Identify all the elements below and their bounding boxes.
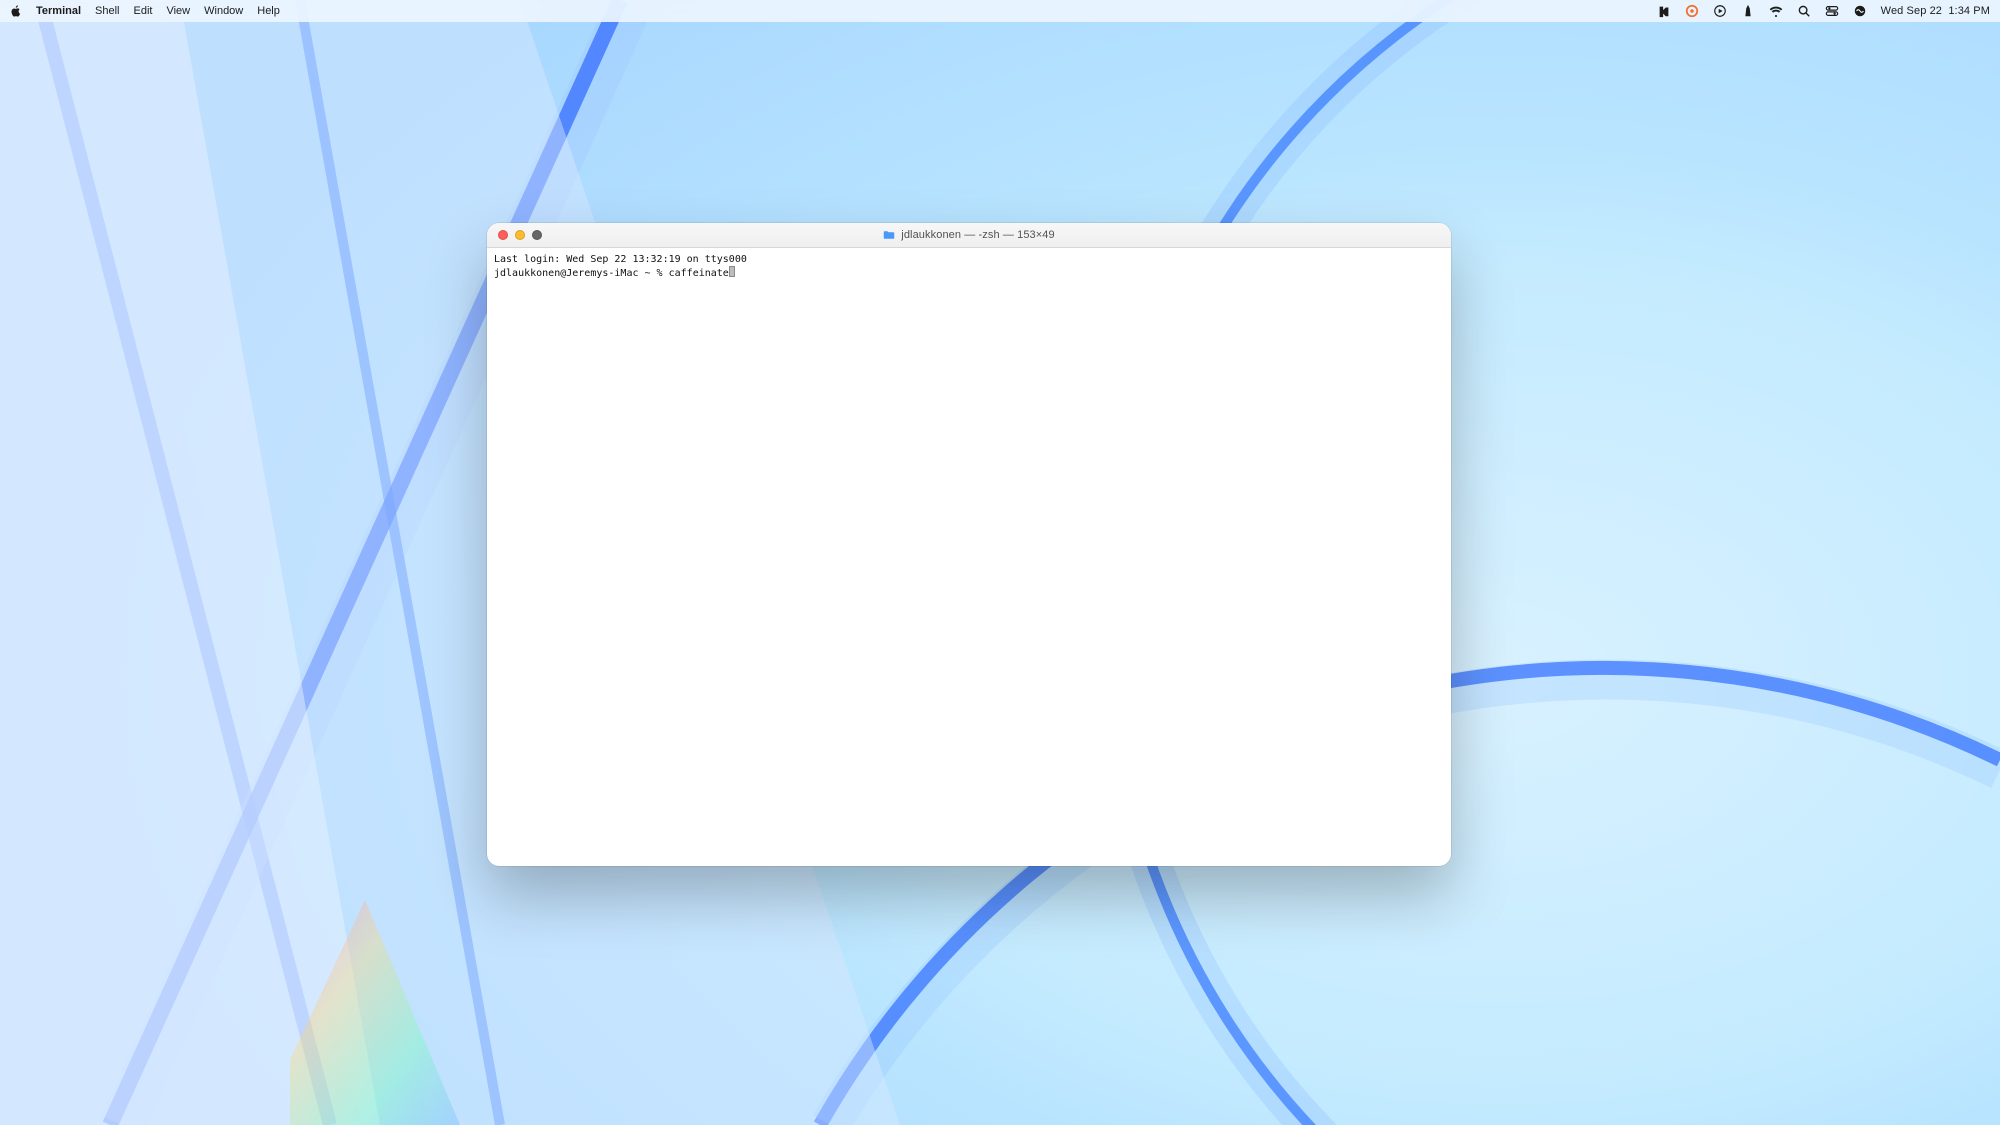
menu-edit[interactable]: Edit	[134, 5, 153, 17]
terminal-last-login: Last login: Wed Sep 22 13:32:19 on ttys0…	[494, 254, 747, 265]
menu-extra-icon-3[interactable]	[1741, 4, 1755, 18]
terminal-window-title: jdlaukkonen — -zsh — 153×49	[901, 229, 1054, 241]
control-center-icon[interactable]	[1825, 4, 1839, 18]
terminal-titlebar[interactable]: jdlaukkonen — -zsh — 153×49	[487, 223, 1451, 248]
menu-extra-icon-2[interactable]	[1685, 4, 1699, 18]
menubar-clock[interactable]: Wed Sep 22 1:34 PM	[1881, 5, 1990, 17]
terminal-command: caffeinate	[669, 268, 729, 279]
window-minimize-button[interactable]	[515, 230, 525, 240]
spotlight-icon[interactable]	[1797, 4, 1811, 18]
siri-icon[interactable]	[1853, 4, 1867, 18]
menu-shell[interactable]: Shell	[95, 5, 119, 17]
window-close-button[interactable]	[498, 230, 508, 240]
terminal-cursor	[729, 266, 735, 277]
menu-window[interactable]: Window	[204, 5, 243, 17]
wifi-icon[interactable]	[1769, 4, 1783, 18]
window-zoom-button[interactable]	[532, 230, 542, 240]
menu-view[interactable]: View	[166, 5, 190, 17]
menubar: Terminal Shell Edit View Window Help	[0, 0, 2000, 22]
menu-help[interactable]: Help	[257, 5, 280, 17]
apple-logo-icon[interactable]	[10, 5, 22, 17]
menu-extra-play-icon[interactable]	[1713, 4, 1727, 18]
terminal-body[interactable]: Last login: Wed Sep 22 13:32:19 on ttys0…	[487, 248, 1451, 285]
terminal-prompt: jdlaukkonen@Jeremys-iMac ~ %	[494, 268, 669, 279]
folder-icon	[883, 230, 895, 240]
terminal-window[interactable]: jdlaukkonen — -zsh — 153×49 Last login: …	[487, 223, 1451, 866]
menu-extra-icon-1[interactable]	[1657, 4, 1671, 18]
menubar-app-name[interactable]: Terminal	[36, 5, 81, 17]
